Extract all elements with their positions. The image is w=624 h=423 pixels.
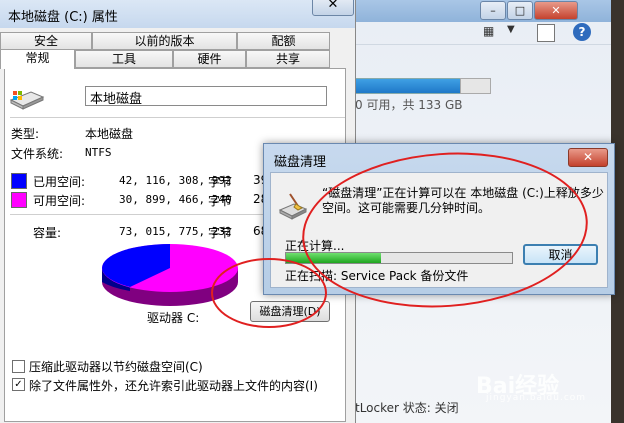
close-button[interactable]: ✕ [534, 1, 578, 20]
close-icon[interactable]: ✕ [312, 0, 354, 16]
drive-usage-bar-remaining [460, 78, 491, 94]
capacity-label: 容量: [33, 226, 62, 240]
used-space-unit: 字节 [208, 175, 233, 189]
bitlocker-status: tLocker 状态: 关闭 [355, 401, 459, 415]
baidu-watermark: Bai经验 [476, 374, 560, 399]
preview-pane-icon[interactable] [537, 24, 555, 42]
hard-drive-icon [9, 91, 45, 110]
type-value: 本地磁盘 [85, 127, 134, 141]
tab-previous-versions[interactable]: 以前的版本 [92, 32, 237, 50]
used-space-label: 已用空间: [33, 175, 86, 189]
tab-security[interactable]: 安全 [0, 32, 92, 50]
annotation-circle-cleanup-button [211, 258, 327, 328]
maximize-button[interactable]: □ [507, 1, 533, 20]
drive-usage-bar [355, 78, 462, 94]
disk-cleanup-icon [278, 193, 308, 220]
properties-title: 本地磁盘 (C:) 属性 [8, 10, 118, 25]
filesystem-value: NTFS [85, 146, 112, 159]
explorer-titlebar: – □ ✕ [355, 0, 624, 22]
index-label: 除了文件属性外，还允许索引此驱动器上文件的内容(I) [29, 379, 318, 393]
drive-caption: 驱动器 C: [147, 311, 200, 325]
divider [10, 117, 345, 118]
compress-label: 压缩此驱动器以节约磁盘空间(C) [29, 360, 203, 374]
free-space-swatch [11, 192, 27, 208]
drive-label-input[interactable]: 本地磁盘 [85, 86, 327, 107]
compress-checkbox[interactable] [12, 360, 25, 373]
tab-sharing[interactable]: 共享 [246, 50, 330, 68]
tab-hardware[interactable]: 硬件 [173, 50, 246, 68]
index-checkbox[interactable]: ✓ [12, 378, 25, 391]
chevron-down-icon[interactable]: ▼ [507, 24, 521, 40]
drive-free-text: 0 可用，共 133 GB [355, 98, 463, 112]
tab-tools[interactable]: 工具 [75, 50, 173, 68]
help-icon[interactable]: ? [573, 23, 591, 41]
type-label: 类型: [11, 127, 40, 141]
used-space-swatch [11, 173, 27, 189]
explorer-toolbar: ▦ ▼ ? [355, 22, 624, 45]
minimize-button[interactable]: – [480, 1, 506, 20]
free-space-label: 可用空间: [33, 194, 86, 208]
close-icon[interactable]: ✕ [568, 148, 608, 167]
baidu-watermark-url: jingyan.baidu.com [486, 393, 587, 403]
tab-general[interactable]: 常规 [0, 49, 75, 69]
free-space-unit: 字节 [208, 194, 233, 208]
cleanup-title: 磁盘清理 [274, 155, 327, 170]
properties-titlebar: 本地磁盘 (C:) 属性 ✕ [0, 0, 355, 28]
grid-view-icon[interactable]: ▦ [483, 24, 503, 40]
filesystem-label: 文件系统: [11, 147, 64, 161]
tab-quota[interactable]: 配额 [237, 32, 330, 50]
